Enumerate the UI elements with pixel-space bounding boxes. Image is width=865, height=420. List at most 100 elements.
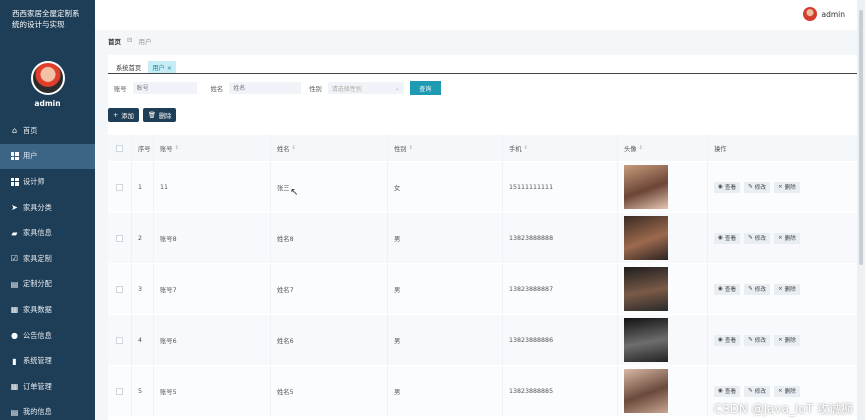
delete-row-button[interactable]: × 删除 xyxy=(773,181,800,193)
edit-icon: ✎ xyxy=(748,337,753,343)
view-button[interactable]: ◉ 查看 xyxy=(714,181,741,193)
row-gender: 男 xyxy=(388,213,503,263)
header-phone[interactable]: 手机 ⇕ xyxy=(503,135,618,161)
row-checkbox[interactable] xyxy=(116,387,123,395)
gender-select[interactable]: 请选择性别 ⌄ xyxy=(327,82,404,94)
breadcrumb-home[interactable]: 首页 xyxy=(108,36,121,46)
sidebar-item-furniture-category[interactable]: ➤ 家具分类 xyxy=(0,195,95,221)
home-icon: ⌂ xyxy=(11,126,18,136)
edit-button[interactable]: ✎ 修改 xyxy=(744,385,770,397)
document-icon: ▤ xyxy=(10,407,19,417)
view-button[interactable]: ◉ 查看 xyxy=(714,334,741,346)
edit-label: 修改 xyxy=(754,236,766,242)
view-label: 查看 xyxy=(724,236,737,242)
sidebar-item-announcements[interactable]: ● 公告信息 xyxy=(0,323,95,349)
header-label: 姓名 xyxy=(277,145,290,153)
row-phone: 13823888886 xyxy=(503,315,618,365)
sidebar-item-furniture-custom[interactable]: ☑ 家具定制 xyxy=(0,246,95,272)
user-photo[interactable] xyxy=(624,318,668,362)
sidebar-item-label: 公告信息 xyxy=(23,330,52,340)
toolbar: + 添加 🗑 删除 xyxy=(108,108,177,122)
sidebar-item-custom-assign[interactable]: ▤ 定制分配 xyxy=(0,272,95,298)
row-account: 账号7 xyxy=(154,264,271,314)
view-button[interactable]: ◉ 查看 xyxy=(714,283,741,295)
edit-icon: ✎ xyxy=(748,184,753,190)
edit-button[interactable]: ✎ 修改 xyxy=(744,181,770,193)
tab-system-home[interactable]: 系统首页 xyxy=(112,61,145,73)
row-name: 姓名5 xyxy=(271,366,388,416)
eye-icon: ◉ xyxy=(718,388,723,394)
header-gender[interactable]: 性别 ⇕ xyxy=(388,135,503,161)
header-select-cell xyxy=(108,135,132,161)
tab-users[interactable]: 用户 × xyxy=(148,61,177,73)
add-button[interactable]: + 添加 xyxy=(108,108,139,122)
row-phone: 15111111111 xyxy=(503,162,618,212)
query-button[interactable]: 查询 xyxy=(409,81,441,95)
sidebar-item-label: 首页 xyxy=(23,125,38,135)
select-all-checkbox[interactable] xyxy=(116,144,123,152)
delete-label: 删除 xyxy=(784,338,796,344)
row-phone: 13823888888 xyxy=(503,213,618,263)
user-photo[interactable] xyxy=(624,267,668,311)
close-icon: × xyxy=(777,388,783,394)
header-label: 性别 xyxy=(394,145,407,153)
sidebar-item-my-info[interactable]: ▤ 我的信息 xyxy=(0,400,95,420)
view-button[interactable]: ◉ 查看 xyxy=(714,385,741,397)
row-checkbox[interactable] xyxy=(116,234,123,242)
sidebar-item-furniture-data[interactable]: ▦ 家具数据 xyxy=(0,297,95,323)
user-photo[interactable] xyxy=(624,165,668,209)
sidebar-item-users[interactable]: 用户 xyxy=(0,143,95,170)
view-button[interactable]: ◉ 查看 xyxy=(714,232,741,244)
delete-row-button[interactable]: × 删除 xyxy=(773,334,800,346)
header-account[interactable]: 账号 ⇕ xyxy=(154,135,271,161)
sidebar-item-home[interactable]: ⌂ 首页 xyxy=(0,118,95,144)
close-icon: × xyxy=(777,337,783,343)
checkbox-icon: ☑ xyxy=(10,254,19,264)
sidebar-item-label: 订单管理 xyxy=(23,381,52,391)
table-row: 1 11 张三 女 15111111111 ◉ 查看 ✎ 修改 × 删除 xyxy=(108,161,857,212)
tab-label: 系统首页 xyxy=(116,65,142,72)
user-photo[interactable] xyxy=(624,216,668,260)
sidebar-item-orders[interactable]: ▦ 订单管理 xyxy=(0,374,95,400)
vertical-scrollbar[interactable] xyxy=(857,0,865,420)
close-icon: × xyxy=(777,286,783,292)
row-checkbox[interactable] xyxy=(116,336,123,344)
delete-label: 删除 xyxy=(784,389,796,395)
user-menu[interactable]: admin xyxy=(802,7,845,21)
header-avatar[interactable]: 头像 ⇕ xyxy=(618,135,708,161)
sidebar-item-designers[interactable]: 设计师 xyxy=(0,169,95,195)
delete-button[interactable]: 🗑 删除 xyxy=(142,108,177,122)
sidebar-item-label: 我的信息 xyxy=(23,407,52,417)
sidebar-item-system[interactable]: ▮ 系统管理 xyxy=(0,348,95,374)
close-icon[interactable]: × xyxy=(167,65,172,72)
row-checkbox[interactable] xyxy=(116,183,123,191)
mouse-cursor-icon: ↖ xyxy=(290,187,299,198)
sort-icon: ⇕ xyxy=(523,145,528,151)
row-name: 姓名7 xyxy=(271,264,388,314)
delete-button-label: 删除 xyxy=(158,112,172,120)
trash-icon: 🗑 xyxy=(147,112,156,119)
edit-label: 修改 xyxy=(754,185,766,191)
header-index: 序号 xyxy=(132,135,154,161)
tab-label: 用户 xyxy=(152,65,165,72)
delete-row-button[interactable]: × 删除 xyxy=(773,385,800,397)
sort-icon: ⇕ xyxy=(638,145,643,151)
briefcase-icon: ▰ xyxy=(11,228,18,238)
account-input[interactable] xyxy=(132,82,197,94)
edit-button[interactable]: ✎ 修改 xyxy=(744,283,770,295)
header-name[interactable]: 姓名 ⇕ xyxy=(271,135,388,161)
row-index: 2 xyxy=(132,213,154,263)
avatar[interactable] xyxy=(30,61,65,95)
delete-row-button[interactable]: × 删除 xyxy=(773,232,800,244)
delete-row-button[interactable]: × 删除 xyxy=(773,283,800,295)
sidebar-item-furniture-info[interactable]: ▰ 家具信息 xyxy=(0,220,95,246)
scrollbar-thumb[interactable] xyxy=(859,10,863,265)
edit-button[interactable]: ✎ 修改 xyxy=(744,334,770,346)
row-name: 张三 xyxy=(271,162,388,212)
chart-icon: ▮ xyxy=(12,356,17,366)
row-checkbox[interactable] xyxy=(116,285,123,293)
edit-button[interactable]: ✎ 修改 xyxy=(744,232,770,244)
name-input[interactable] xyxy=(229,82,302,94)
row-avatar-cell xyxy=(618,366,708,416)
user-photo[interactable] xyxy=(624,369,668,413)
